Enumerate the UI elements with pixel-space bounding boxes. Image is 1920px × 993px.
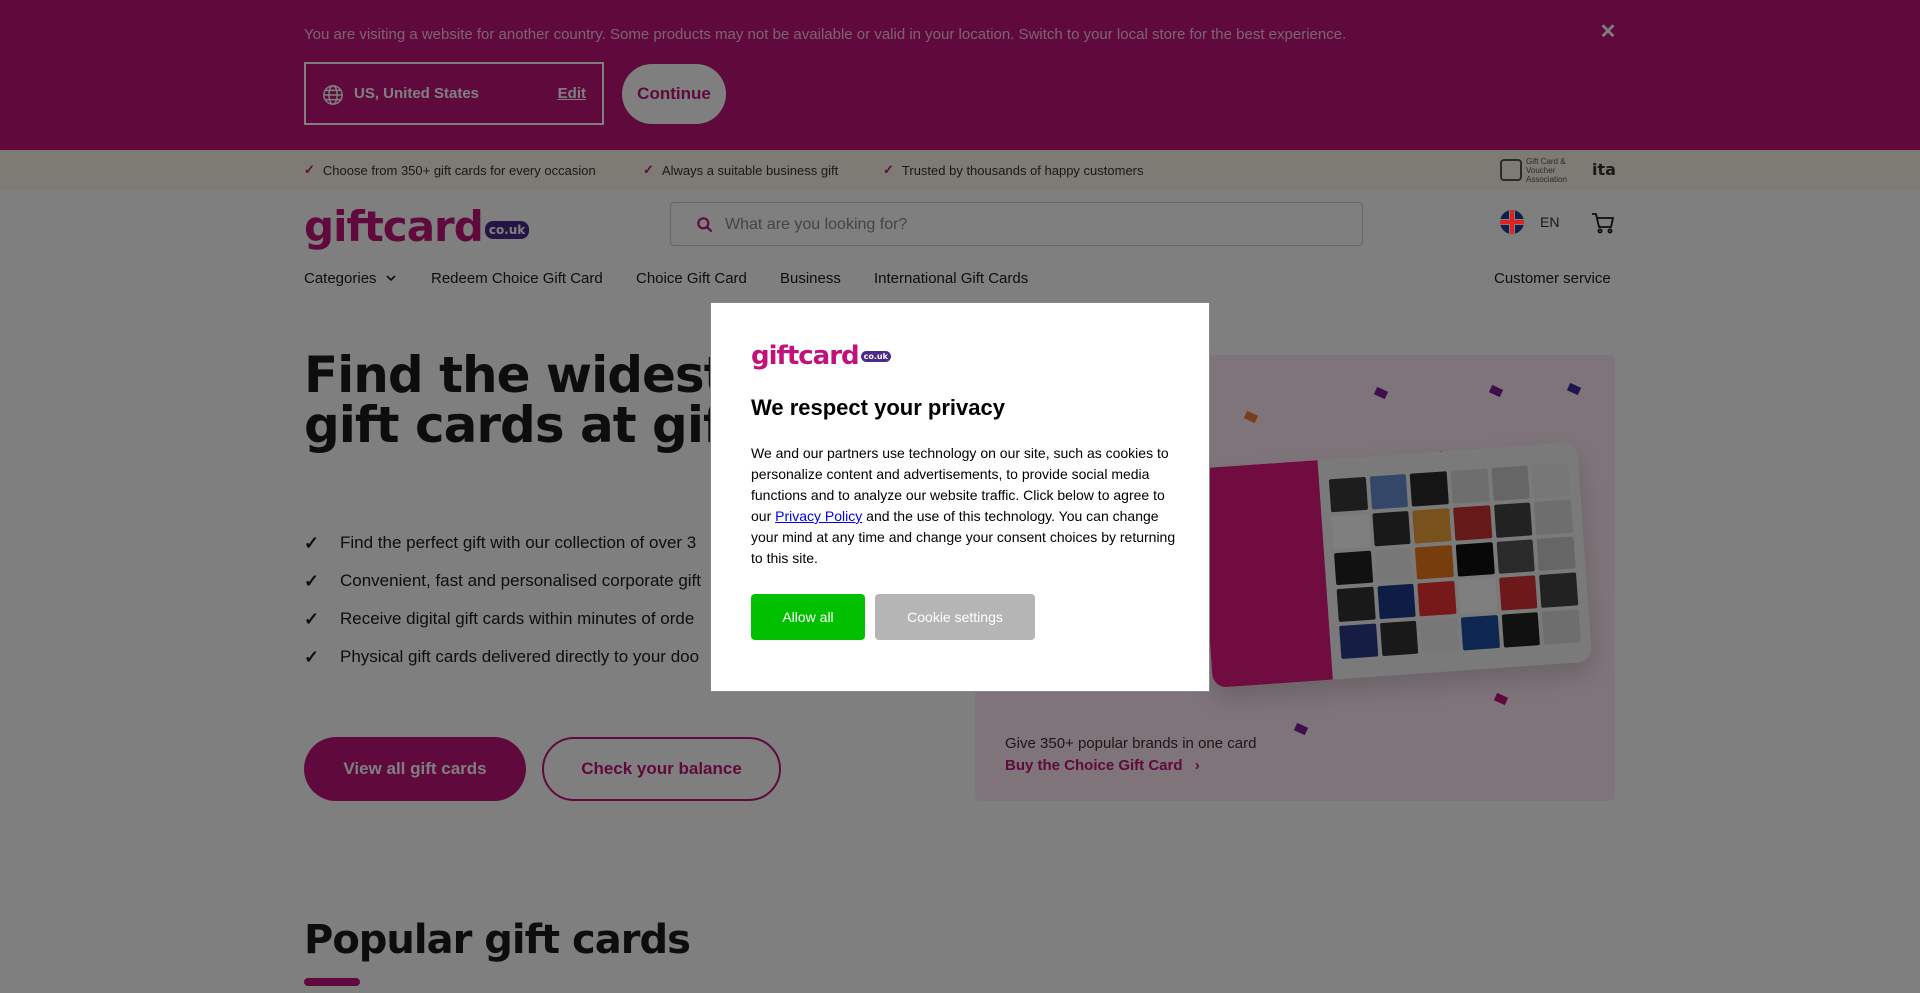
privacy-policy-link[interactable]: Privacy Policy	[775, 508, 862, 524]
logo-suffix: co.uk	[860, 351, 891, 362]
modal-logo: giftcard co.uk	[751, 341, 891, 371]
cookie-settings-button[interactable]: Cookie settings	[875, 594, 1035, 640]
logo-text: giftcard	[751, 341, 860, 371]
privacy-dialog-title: We respect your privacy	[751, 395, 1005, 420]
privacy-consent-dialog: giftcard co.uk We respect your privacy We…	[710, 302, 1210, 692]
allow-all-button[interactable]: Allow all	[751, 594, 865, 640]
privacy-dialog-body: We and our partners use technology on ou…	[751, 443, 1176, 569]
